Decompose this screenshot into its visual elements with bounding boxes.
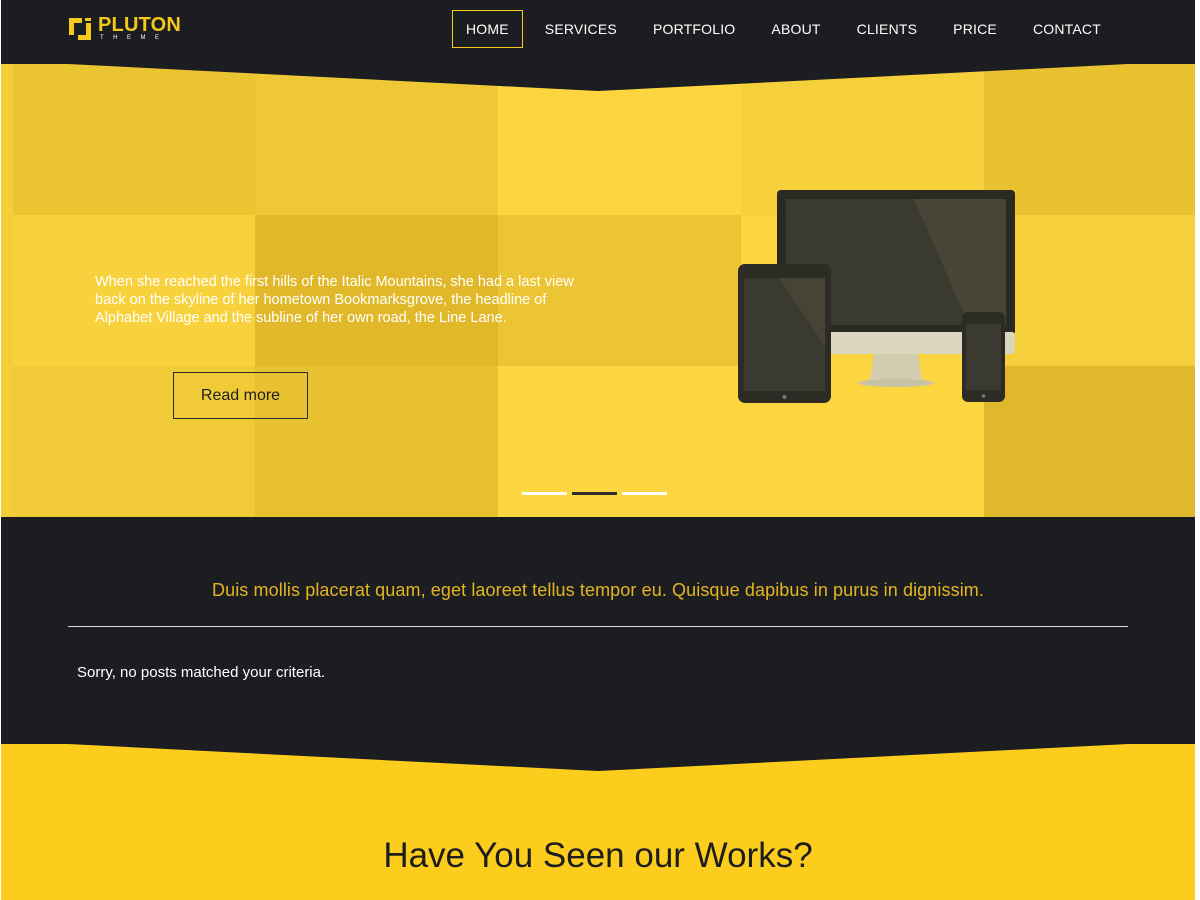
hero-slider: When she reached the first hills of the … [1,64,1195,517]
slide-dot-3[interactable] [622,492,667,495]
slide-dot-2[interactable] [572,492,617,495]
posts-section: Duis mollis placerat quam, eget laoreet … [1,517,1195,777]
empty-posts-message: Sorry, no posts matched your criteria. [77,664,326,681]
nav-price[interactable]: PRICE [939,10,1011,48]
hero-tile [1,64,13,517]
tablet-icon [738,264,831,403]
nav-portfolio[interactable]: PORTFOLIO [639,10,749,48]
works-heading: Have You Seen our Works? [383,836,813,875]
nav-services[interactable]: SERVICES [531,10,631,48]
works-background [1,744,1195,900]
section-tagline: Duis mollis placerat quam, eget laoreet … [212,580,984,600]
nav-about[interactable]: ABOUT [757,10,834,48]
devices-illustration [738,190,1015,403]
works-section: Have You Seen our Works? [1,744,1195,900]
header-chevron [1,64,1195,91]
logo-mark-icon [69,18,91,40]
logo-subtitle: THEME [100,35,169,41]
phone-icon [962,312,1005,402]
site-header: PLUTON THEME HOME SERVICES PORTFOLIO ABO… [1,0,1195,64]
nav-contact[interactable]: CONTACT [1019,10,1115,48]
hero-text: When she reached the first hills of the … [95,274,574,326]
logo-title: PLUTON [98,14,182,36]
read-more-button[interactable]: Read more [173,372,308,419]
logo[interactable]: PLUTON THEME [67,14,187,44]
section-divider [68,626,1128,627]
main-nav: HOME SERVICES PORTFOLIO ABOUT CLIENTS PR… [451,10,1195,48]
slide-dot-1[interactable] [522,492,567,495]
nav-home[interactable]: HOME [451,10,523,48]
page: When she reached the first hills of the … [1,0,1195,900]
slider-pagination [522,492,667,495]
nav-clients[interactable]: CLIENTS [843,10,932,48]
